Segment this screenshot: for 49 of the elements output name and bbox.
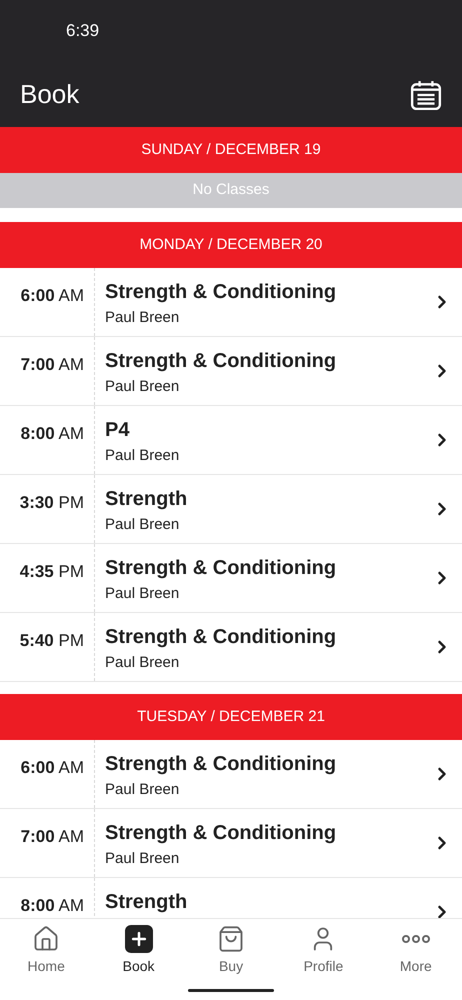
- class-time: 3:30 PM: [20, 493, 84, 513]
- class-row[interactable]: 4:35 PM Strength & Conditioning Paul Breen: [0, 544, 462, 613]
- class-row[interactable]: 8:00 AM P4 Paul Breen: [0, 406, 462, 475]
- tab-item[interactable]: Buy: [184, 925, 278, 977]
- class-title: Strength: [105, 890, 188, 914]
- class-time: 7:00 AM: [20, 355, 84, 375]
- class-title: Strength & Conditioning: [105, 752, 338, 776]
- class-time: 5:40 PM: [20, 631, 84, 651]
- class-time: 6:00 AM: [20, 286, 84, 306]
- class-title: Strength & Conditioning: [105, 349, 338, 373]
- class-row[interactable]: 3:30 PM Strength Paul Breen: [0, 475, 462, 544]
- class-title: Strength & Conditioning: [105, 556, 338, 580]
- class-title: Strength & Conditioning: [105, 280, 338, 304]
- instructor-name: Paul Breen: [105, 308, 180, 328]
- instructor-name: Paul Breen: [105, 849, 180, 869]
- class-title: P4: [105, 418, 130, 442]
- tab-item[interactable]: More: [370, 925, 462, 977]
- class-time: 8:00 AM: [20, 424, 84, 444]
- class-row[interactable]: 7:00 AM Strength & Conditioning Paul Breen: [0, 337, 462, 406]
- class-time: 8:00 AM: [20, 896, 84, 916]
- calendar-button[interactable]: [410, 78, 442, 110]
- class-row[interactable]: 7:00 AM Strength & Conditioning Paul Breen: [0, 809, 462, 878]
- class-row[interactable]: 5:40 PM Strength & Conditioning Paul Breen: [0, 613, 462, 682]
- class-row[interactable]: 6:00 AM Strength & Conditioning Paul Breen: [0, 740, 462, 809]
- class-title: Strength & Conditioning: [105, 625, 338, 649]
- tab-item[interactable]: Book: [92, 925, 185, 977]
- class-title: Strength & Conditioning: [105, 821, 338, 845]
- plus-icon: [124, 925, 153, 953]
- class-title: Strength: [105, 487, 188, 511]
- page-title: Book: [20, 78, 80, 111]
- home-icon: [32, 925, 60, 953]
- class-row[interactable]: 6:00 AM Strength & Conditioning Paul Breen: [0, 268, 462, 337]
- day-label: TUESDAY / DECEMBER 21: [137, 706, 325, 727]
- bag-icon: [217, 925, 246, 953]
- class-time: 4:35 PM: [20, 562, 84, 582]
- class-time: 7:00 AM: [20, 827, 84, 847]
- instructor-name: Paul Breen: [105, 515, 180, 535]
- status-time: 6:39: [66, 20, 100, 42]
- instructor-name: Paul Breen: [105, 446, 180, 466]
- instructor-name: Paul Breen: [105, 653, 180, 673]
- more-icon: [402, 935, 430, 943]
- day-label: MONDAY / DECEMBER 20: [140, 234, 322, 255]
- instructor-name: Paul Breen: [105, 780, 180, 800]
- class-time: 6:00 AM: [20, 758, 84, 778]
- instructor-name: Paul Breen: [105, 377, 180, 397]
- tab-item[interactable]: Home: [0, 925, 92, 977]
- day-label: SUNDAY / DECEMBER 19: [141, 140, 321, 160]
- tab-item[interactable]: Profile: [277, 925, 370, 977]
- instructor-name: Paul Breen: [105, 584, 180, 604]
